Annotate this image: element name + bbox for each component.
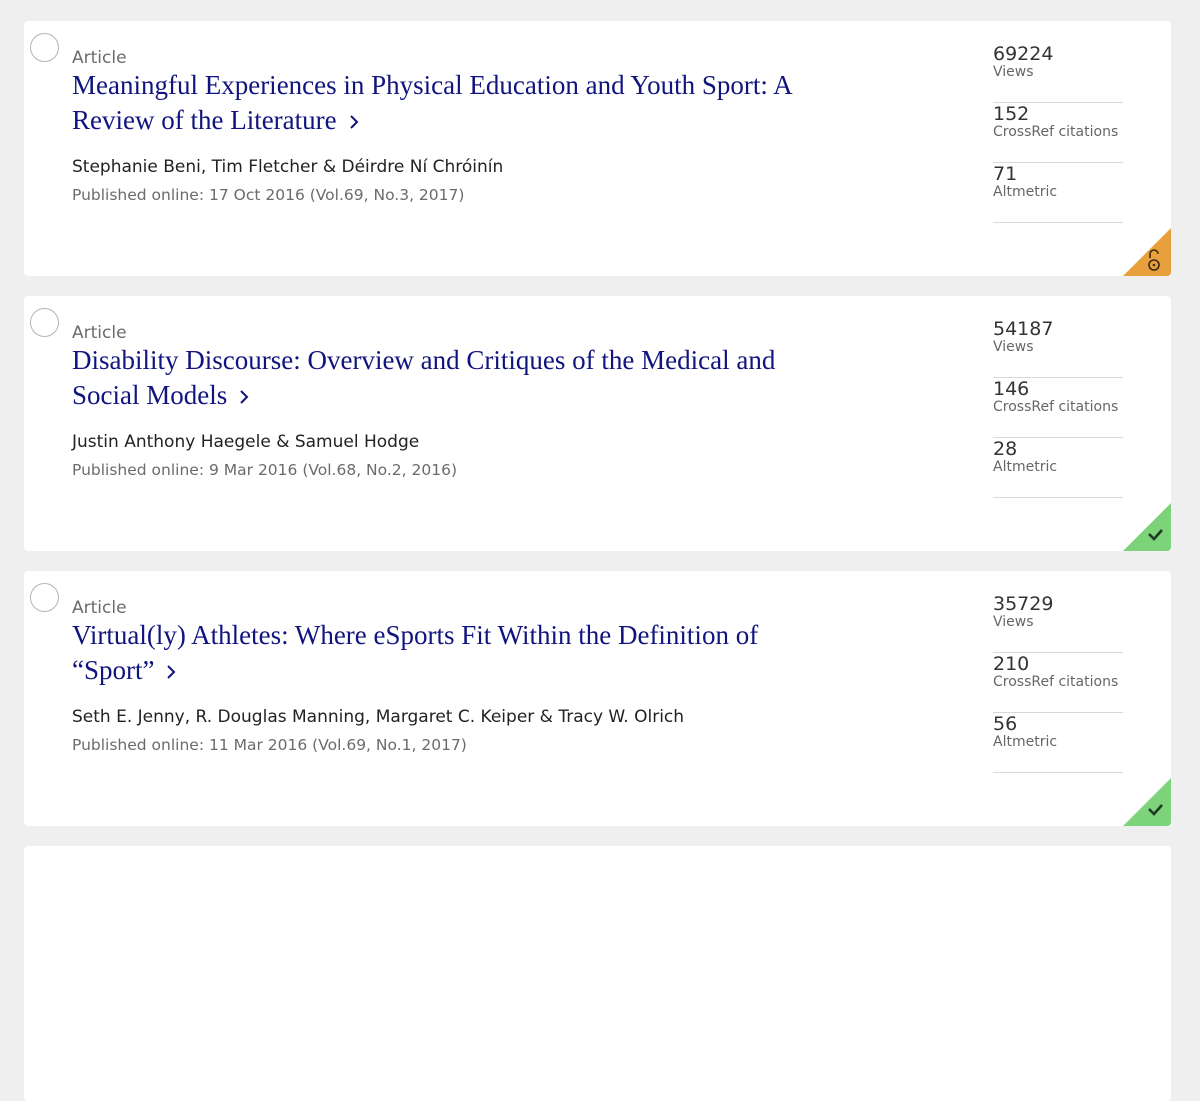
metric-label: CrossRef citations bbox=[993, 674, 1119, 690]
article-title-link[interactable]: Virtual(ly) Athletes: Where eSports Fit … bbox=[72, 618, 812, 690]
metric-value: 35729 bbox=[993, 593, 1054, 615]
chevron-right-icon bbox=[166, 655, 176, 690]
metric-label: CrossRef citations bbox=[993, 399, 1119, 415]
metric-altmetric[interactable]: 56 Altmetric bbox=[993, 713, 1123, 773]
published-info: Published online: 9 Mar 2016 (Vol.68, No… bbox=[72, 461, 457, 479]
metric-views: 35729 Views bbox=[993, 593, 1123, 653]
metric-value: 54187 bbox=[993, 318, 1054, 340]
metric-crossref[interactable]: 152 CrossRef citations bbox=[993, 103, 1123, 163]
metric-crossref[interactable]: 210 CrossRef citations bbox=[993, 653, 1123, 713]
metric-label: Altmetric bbox=[993, 459, 1058, 475]
article-type: Article bbox=[72, 48, 127, 68]
metric-crossref[interactable]: 146 CrossRef citations bbox=[993, 378, 1123, 438]
metric-value: 28 bbox=[993, 438, 1018, 460]
metric-label: CrossRef citations bbox=[993, 124, 1119, 140]
article-title-link[interactable]: Meaningful Experiences in Physical Educa… bbox=[72, 68, 812, 140]
article-type: Article bbox=[72, 598, 127, 618]
metrics-panel: 35729 Views 210 CrossRef citations 56 Al… bbox=[993, 593, 1123, 773]
metric-label: Altmetric bbox=[993, 734, 1058, 750]
article-card bbox=[24, 846, 1171, 1101]
open-access-badge bbox=[1123, 228, 1171, 276]
select-article-checkbox[interactable] bbox=[30, 33, 59, 62]
metric-views: 54187 Views bbox=[993, 318, 1123, 378]
free-access-badge bbox=[1123, 778, 1171, 826]
article-title[interactable]: Disability Discourse: Overview and Criti… bbox=[72, 345, 775, 410]
metric-value: 146 bbox=[993, 378, 1030, 400]
article-card: Article Meaningful Experiences in Physic… bbox=[24, 21, 1171, 276]
article-title[interactable]: Meaningful Experiences in Physical Educa… bbox=[72, 70, 791, 135]
metric-value: 56 bbox=[993, 713, 1018, 735]
published-info: Published online: 17 Oct 2016 (Vol.69, N… bbox=[72, 186, 465, 204]
article-authors[interactable]: Seth E. Jenny, R. Douglas Manning, Marga… bbox=[72, 707, 684, 727]
article-authors[interactable]: Stephanie Beni, Tim Fletcher & Déirdre N… bbox=[72, 157, 503, 177]
metric-views: 69224 Views bbox=[993, 43, 1123, 103]
metric-label: Altmetric bbox=[993, 184, 1058, 200]
metric-altmetric[interactable]: 28 Altmetric bbox=[993, 438, 1123, 498]
metrics-panel: 69224 Views 152 CrossRef citations 71 Al… bbox=[993, 43, 1123, 223]
metric-value: 69224 bbox=[993, 43, 1054, 65]
metric-label: Views bbox=[993, 64, 1034, 80]
chevron-right-icon bbox=[239, 380, 249, 415]
chevron-right-icon bbox=[349, 105, 359, 140]
metric-label: Views bbox=[993, 339, 1034, 355]
article-title-link[interactable]: Disability Discourse: Overview and Criti… bbox=[72, 343, 812, 415]
article-card: Article Virtual(ly) Athletes: Where eSpo… bbox=[24, 571, 1171, 826]
article-type: Article bbox=[72, 323, 127, 343]
article-card: Article Disability Discourse: Overview a… bbox=[24, 296, 1171, 551]
metrics-panel: 54187 Views 146 CrossRef citations 28 Al… bbox=[993, 318, 1123, 498]
published-info: Published online: 11 Mar 2016 (Vol.69, N… bbox=[72, 736, 467, 754]
select-article-checkbox[interactable] bbox=[30, 583, 59, 612]
metric-value: 152 bbox=[993, 103, 1030, 125]
article-authors[interactable]: Justin Anthony Haegele & Samuel Hodge bbox=[72, 432, 419, 452]
metric-value: 71 bbox=[993, 163, 1018, 185]
free-access-badge bbox=[1123, 503, 1171, 551]
select-article-checkbox[interactable] bbox=[30, 308, 59, 337]
metric-value: 210 bbox=[993, 653, 1030, 675]
metric-altmetric[interactable]: 71 Altmetric bbox=[993, 163, 1123, 223]
metric-label: Views bbox=[993, 614, 1034, 630]
